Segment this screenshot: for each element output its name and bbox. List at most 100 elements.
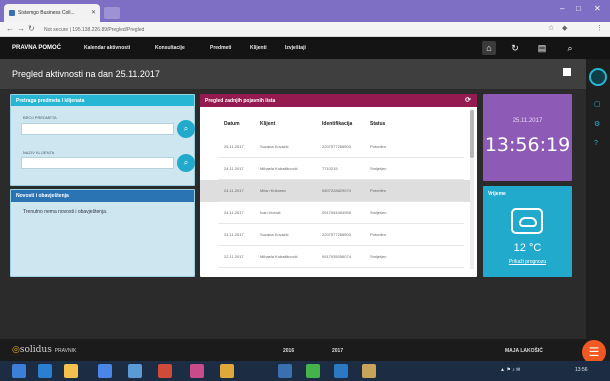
client-name-input[interactable]	[21, 157, 174, 169]
extension-icon[interactable]: ◆	[562, 24, 567, 32]
row-identification: 0917935056074	[322, 254, 351, 259]
user-circle-icon[interactable]	[589, 68, 607, 86]
records-panel-title: Pregled zadnjih pojavnih lista	[205, 98, 276, 104]
table-row[interactable]: 24.11.2017 Suzana Kovačić 2207977256503 Pot…	[200, 224, 470, 246]
row-identification: 0917944494959	[322, 210, 351, 215]
row-status: Smiješen	[370, 254, 387, 259]
taskbar-clock[interactable]: 13:56	[575, 367, 588, 373]
favicon-icon	[9, 10, 15, 16]
clock-date: 25.11.2017	[512, 118, 543, 124]
taskbar-app-icon[interactable]	[38, 364, 52, 378]
bookmark-star-icon[interactable]: ☆	[548, 24, 554, 32]
app-brand[interactable]: PRAVNA POMOĆ	[12, 45, 61, 51]
cloud-icon	[511, 208, 543, 234]
records-panel: Pregled zadnjih pojavnih lista ⟳ Datum K…	[200, 94, 477, 277]
row-date: 24.11.2017	[224, 210, 244, 215]
back-icon[interactable]: ←	[6, 24, 14, 33]
case-number-input[interactable]	[21, 123, 174, 135]
menu-item-kalendar[interactable]: Kalendar aktivnosti	[84, 45, 130, 51]
news-panel: Novosti i obavještenja Trenutno nema nov…	[10, 189, 195, 277]
case-search-button[interactable]: ⌕	[177, 120, 195, 138]
forward-icon[interactable]: →	[17, 24, 25, 33]
panel-refresh-icon[interactable]: ⟳	[465, 96, 471, 104]
table-row[interactable]: 24.11.2017 Ivan Horvat 0917944494959 Smiješ…	[200, 202, 470, 224]
client-search-button[interactable]: ⌕	[177, 154, 195, 172]
row-status: Smiješen	[370, 166, 387, 171]
row-date: 22.11.2017	[224, 254, 244, 259]
home-icon[interactable]: ⌂	[482, 41, 496, 55]
row-status: Potvrđen	[370, 188, 387, 193]
sidebar-link-icon[interactable]: ▢	[594, 100, 601, 108]
taskbar-folder-icon[interactable]	[64, 364, 78, 378]
row-date: 25.11.2017	[224, 144, 244, 149]
tab-close-icon[interactable]: ✕	[91, 9, 96, 16]
table-scroll-thumb[interactable]	[470, 110, 474, 158]
taskbar-app7-icon[interactable]	[362, 364, 376, 378]
clock-widget: 25.11.2017 13:56:19	[483, 94, 572, 181]
menu-item-izvjestaji[interactable]: Izvještaji	[285, 45, 306, 51]
table-row[interactable]: 24.11.2017 Mihaela Kobašlinović 7710215 Smi…	[200, 158, 470, 180]
column-identification[interactable]: Identifikacija	[322, 121, 352, 127]
search-panel-title: Pretraga predmeta i klijenata	[11, 95, 194, 106]
new-tab-button[interactable]	[104, 7, 120, 19]
document-icon[interactable]: ▤	[535, 41, 549, 55]
column-date[interactable]: Datum	[224, 121, 240, 127]
row-date: 24.11.2017	[224, 232, 244, 237]
table-header: Datum Klijent Identifikacija Status	[200, 121, 470, 133]
table-row[interactable]: 25.11.2017 Suzana Kovačić 2207977256503 Pot…	[200, 136, 470, 158]
row-identification: 2207977256503	[322, 144, 351, 149]
row-date: 24.11.2017	[224, 188, 244, 193]
row-client: Milan Križanec	[260, 188, 287, 193]
page-header: Pregled aktivnosti na dan 25.11.2017	[0, 59, 586, 89]
footer-user[interactable]: MAJA LAKOŠIĆ	[505, 348, 543, 354]
taskbar-app6-icon[interactable]	[334, 364, 348, 378]
footer-year-2016[interactable]: 2016	[283, 348, 294, 354]
taskbar-word-icon[interactable]	[128, 364, 142, 378]
search-panel: Pretraga predmeta i klijenata BROJ PREDM…	[10, 94, 195, 186]
taskbar-app2-icon[interactable]	[190, 364, 204, 378]
records-panel-header: Pregled zadnjih pojavnih lista ⟳	[200, 94, 477, 107]
browser-menu-icon[interactable]: ⋮	[596, 24, 603, 32]
row-date: 24.11.2017	[224, 166, 244, 171]
maximize-button[interactable]: □	[576, 4, 581, 13]
solidus-logo: ◎solidus PRAVNIK	[12, 345, 77, 355]
column-client[interactable]: Klijent	[260, 121, 275, 127]
menu-item-konsultacije[interactable]: Konsultacije	[155, 45, 185, 51]
weather-temperature: 12 °C	[513, 242, 542, 254]
menu-item-klijenti[interactable]: Klijenti	[250, 45, 267, 51]
table-row[interactable]: 24.11.2017 Milan Križanec 0807228829074 Pot…	[200, 180, 470, 202]
taskbar-app3-icon[interactable]	[220, 364, 234, 378]
row-client: Mihaela Kobašlinović	[260, 254, 298, 259]
taskbar-app5-icon[interactable]	[306, 364, 320, 378]
row-client: Suzana Kovačić	[260, 144, 289, 149]
browser-tab-title: Sistemgo Business Coll...	[18, 10, 75, 16]
address-bar: ← → ↻ Not secure | 195.138.226.89/Pregle…	[0, 22, 610, 37]
case-number-label: BROJ PREDMETA	[23, 115, 57, 120]
menu-item-predmeti[interactable]: Predmeti	[210, 45, 231, 51]
browser-tab[interactable]: Sistemgo Business Coll... ✕	[4, 4, 100, 22]
minimize-button[interactable]: –	[560, 4, 564, 13]
forecast-link[interactable]: Prikaži prognozu	[483, 259, 572, 265]
sidebar-info-icon[interactable]: ?	[594, 140, 598, 147]
news-message: Trenutno nema novosti i obavještenja.	[23, 209, 108, 215]
row-identification: 2207977256503	[322, 232, 351, 237]
row-identification: 7710215	[322, 166, 338, 171]
table-row[interactable]: 22.11.2017 Mihaela Kobašlinović 0917935056…	[200, 246, 470, 268]
reload-icon[interactable]: ↻	[28, 24, 35, 33]
url-field[interactable]: Not secure | 195.138.226.89/Pregled/Preg…	[44, 25, 514, 35]
taskbar-app4-icon[interactable]	[278, 364, 292, 378]
weather-title: Vrijeme	[488, 191, 506, 197]
search-icon[interactable]: ⌕	[563, 41, 577, 55]
taskbar-ppt-icon[interactable]	[158, 364, 172, 378]
taskbar-chrome-icon[interactable]	[98, 364, 112, 378]
close-window-button[interactable]: ✕	[594, 4, 601, 13]
start-icon[interactable]	[12, 364, 26, 378]
footer-year-2017[interactable]: 2017	[332, 348, 343, 354]
column-status[interactable]: Status	[370, 121, 385, 127]
sidebar-settings-icon[interactable]: ⚙	[594, 120, 600, 128]
clock-time: 13:56:19	[484, 134, 571, 156]
system-tray[interactable]: ▲ ⚑ ♪ ✉	[500, 367, 520, 373]
weather-widget: Vrijeme 12 °C Prikaži prognozu	[483, 186, 572, 277]
notification-icon[interactable]	[563, 68, 571, 76]
refresh-icon[interactable]: ↻	[508, 41, 522, 55]
